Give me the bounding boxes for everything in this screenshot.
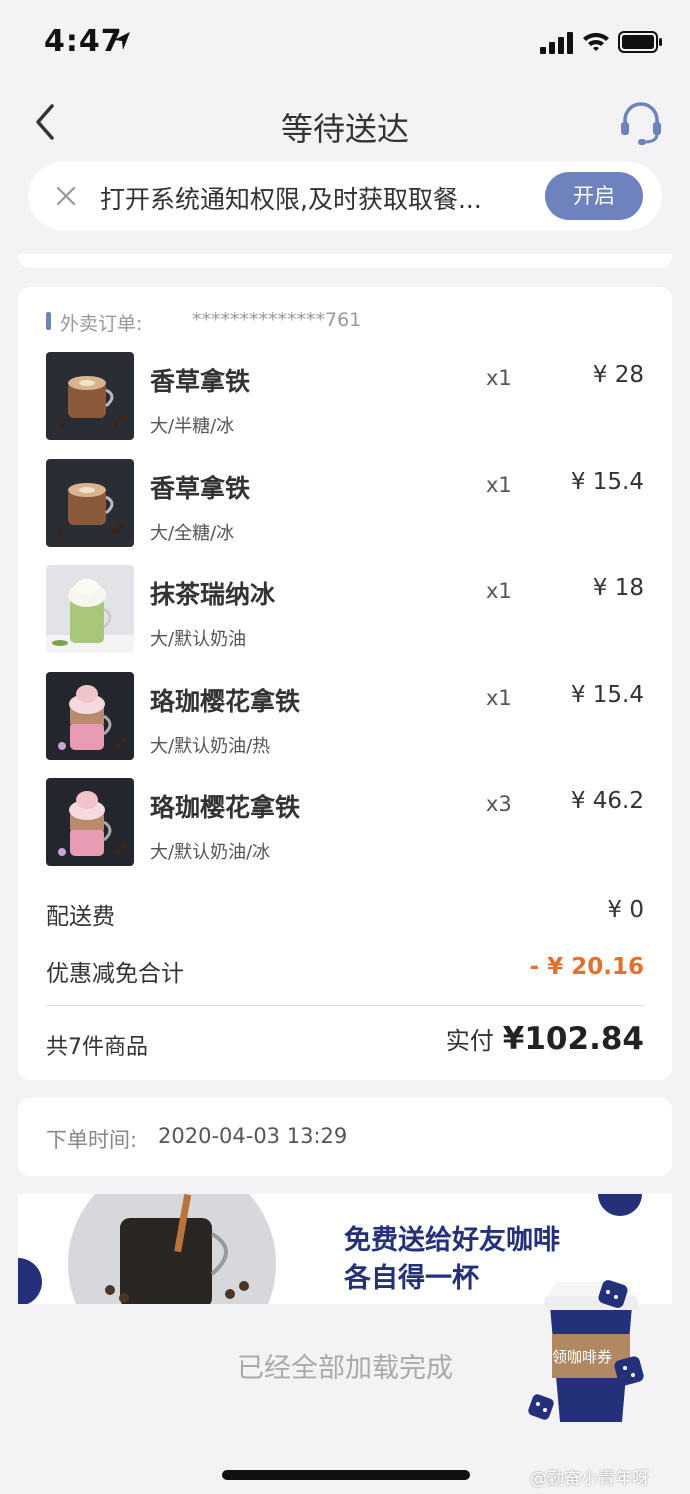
accent-bar [46, 312, 51, 330]
order-time-value: 2020-04-03 13:29 [158, 1124, 348, 1148]
item-spec: 大/默认奶油/冰 [150, 842, 271, 863]
discount-row: 优惠减免合计 - ¥ 20.16 [46, 954, 644, 987]
order-item: 珞珈樱花拿铁 大/默认奶油/冰 x3 ¥ 46.2 [46, 778, 644, 868]
delivery-fee-value: ¥ 0 [607, 897, 644, 923]
order-time-label: 下单时间: [46, 1128, 138, 1152]
wifi-icon [583, 32, 609, 51]
item-spec: 大/半糖/冰 [150, 416, 235, 437]
item-spec: 大/默认奶油 [150, 629, 247, 650]
item-name: 香草拿铁 [150, 474, 251, 503]
notification-message: 打开系统通知权限,及时获取取餐... [100, 185, 482, 214]
item-quantity: x3 [486, 792, 512, 816]
banner-subheadline: 各自得一杯 [344, 1263, 479, 1294]
divider [46, 1005, 644, 1006]
discount-label: 优惠减免合计 [46, 961, 184, 987]
order-item: 珞珈樱花拿铁 大/默认奶油/热 x1 ¥ 15.4 [46, 672, 644, 762]
item-price: ¥ 15.4 [570, 469, 644, 495]
item-quantity: x1 [486, 366, 512, 390]
item-name: 珞珈樱花拿铁 [150, 793, 301, 822]
status-bar: 4:47 [0, 0, 690, 86]
banner-headline: 免费送给好友咖啡 [344, 1225, 560, 1256]
total-paid: 实付 ¥102.84 [446, 1021, 644, 1057]
location-arrow-icon [114, 32, 130, 50]
cellular-signal-icon [540, 32, 573, 54]
item-name: 香草拿铁 [150, 367, 251, 396]
paid-amount: ¥102.84 [502, 1021, 644, 1057]
item-price: ¥ 18 [592, 575, 644, 601]
coupon-label: 领咖啡券 [552, 1348, 613, 1366]
battery-icon [618, 31, 662, 53]
paid-label: 实付 [445, 1027, 494, 1055]
item-quantity: x1 [486, 579, 512, 603]
item-spec: 大/全糖/冰 [150, 523, 235, 544]
delivery-fee-label: 配送费 [46, 904, 115, 930]
customer-service-icon[interactable] [618, 100, 664, 146]
item-name: 珞珈樱花拿铁 [150, 687, 301, 716]
order-item: 抹茶瑞纳冰 大/默认奶油 x1 ¥ 18 [46, 565, 644, 655]
item-price: ¥ 28 [592, 362, 644, 388]
order-item: 香草拿铁 大/全糖/冰 x1 ¥ 15.4 [46, 459, 644, 549]
order-details-card: 外卖订单: **************761 香草拿铁 大/半糖/冰 x1 ¥… [18, 287, 672, 1080]
page-title: 等待送达 [280, 110, 409, 148]
notification-permission-banner: 打开系统通知权限,及时获取取餐... 开启 [28, 162, 662, 230]
status-time: 4:47 [44, 24, 123, 59]
item-count: 共7件商品 [46, 1035, 148, 1060]
item-price: ¥ 46.2 [570, 788, 644, 814]
previous-card-bottom [18, 254, 672, 268]
discount-value: - ¥ 20.16 [529, 954, 644, 980]
item-quantity: x1 [486, 473, 512, 497]
order-item: 香草拿铁 大/半糖/冰 x1 ¥ 28 [46, 352, 644, 442]
item-name: 抹茶瑞纳冰 [150, 580, 276, 609]
vanilla-latte-image [46, 352, 134, 440]
item-spec: 大/默认奶油/热 [150, 736, 271, 757]
watermark: @勤奋小青年呀 [530, 1469, 649, 1489]
navigation-bar: 等待送达 [0, 86, 690, 160]
enable-notification-button[interactable]: 开启 [545, 172, 643, 220]
matcha-frappe-image [46, 565, 134, 653]
sakura-latte-image [46, 672, 134, 760]
vanilla-latte-image [46, 459, 134, 547]
close-icon[interactable] [54, 184, 78, 208]
item-quantity: x1 [486, 686, 512, 710]
item-price: ¥ 15.4 [570, 682, 644, 708]
order-number: **************761 [192, 309, 362, 331]
order-time-card: 下单时间: 2020-04-03 13:29 [18, 1098, 672, 1176]
sakura-latte-image [46, 778, 134, 866]
order-type-label: 外卖订单: [60, 313, 143, 335]
delivery-fee-row: 配送费 ¥ 0 [46, 897, 644, 930]
home-indicator [222, 1470, 470, 1480]
